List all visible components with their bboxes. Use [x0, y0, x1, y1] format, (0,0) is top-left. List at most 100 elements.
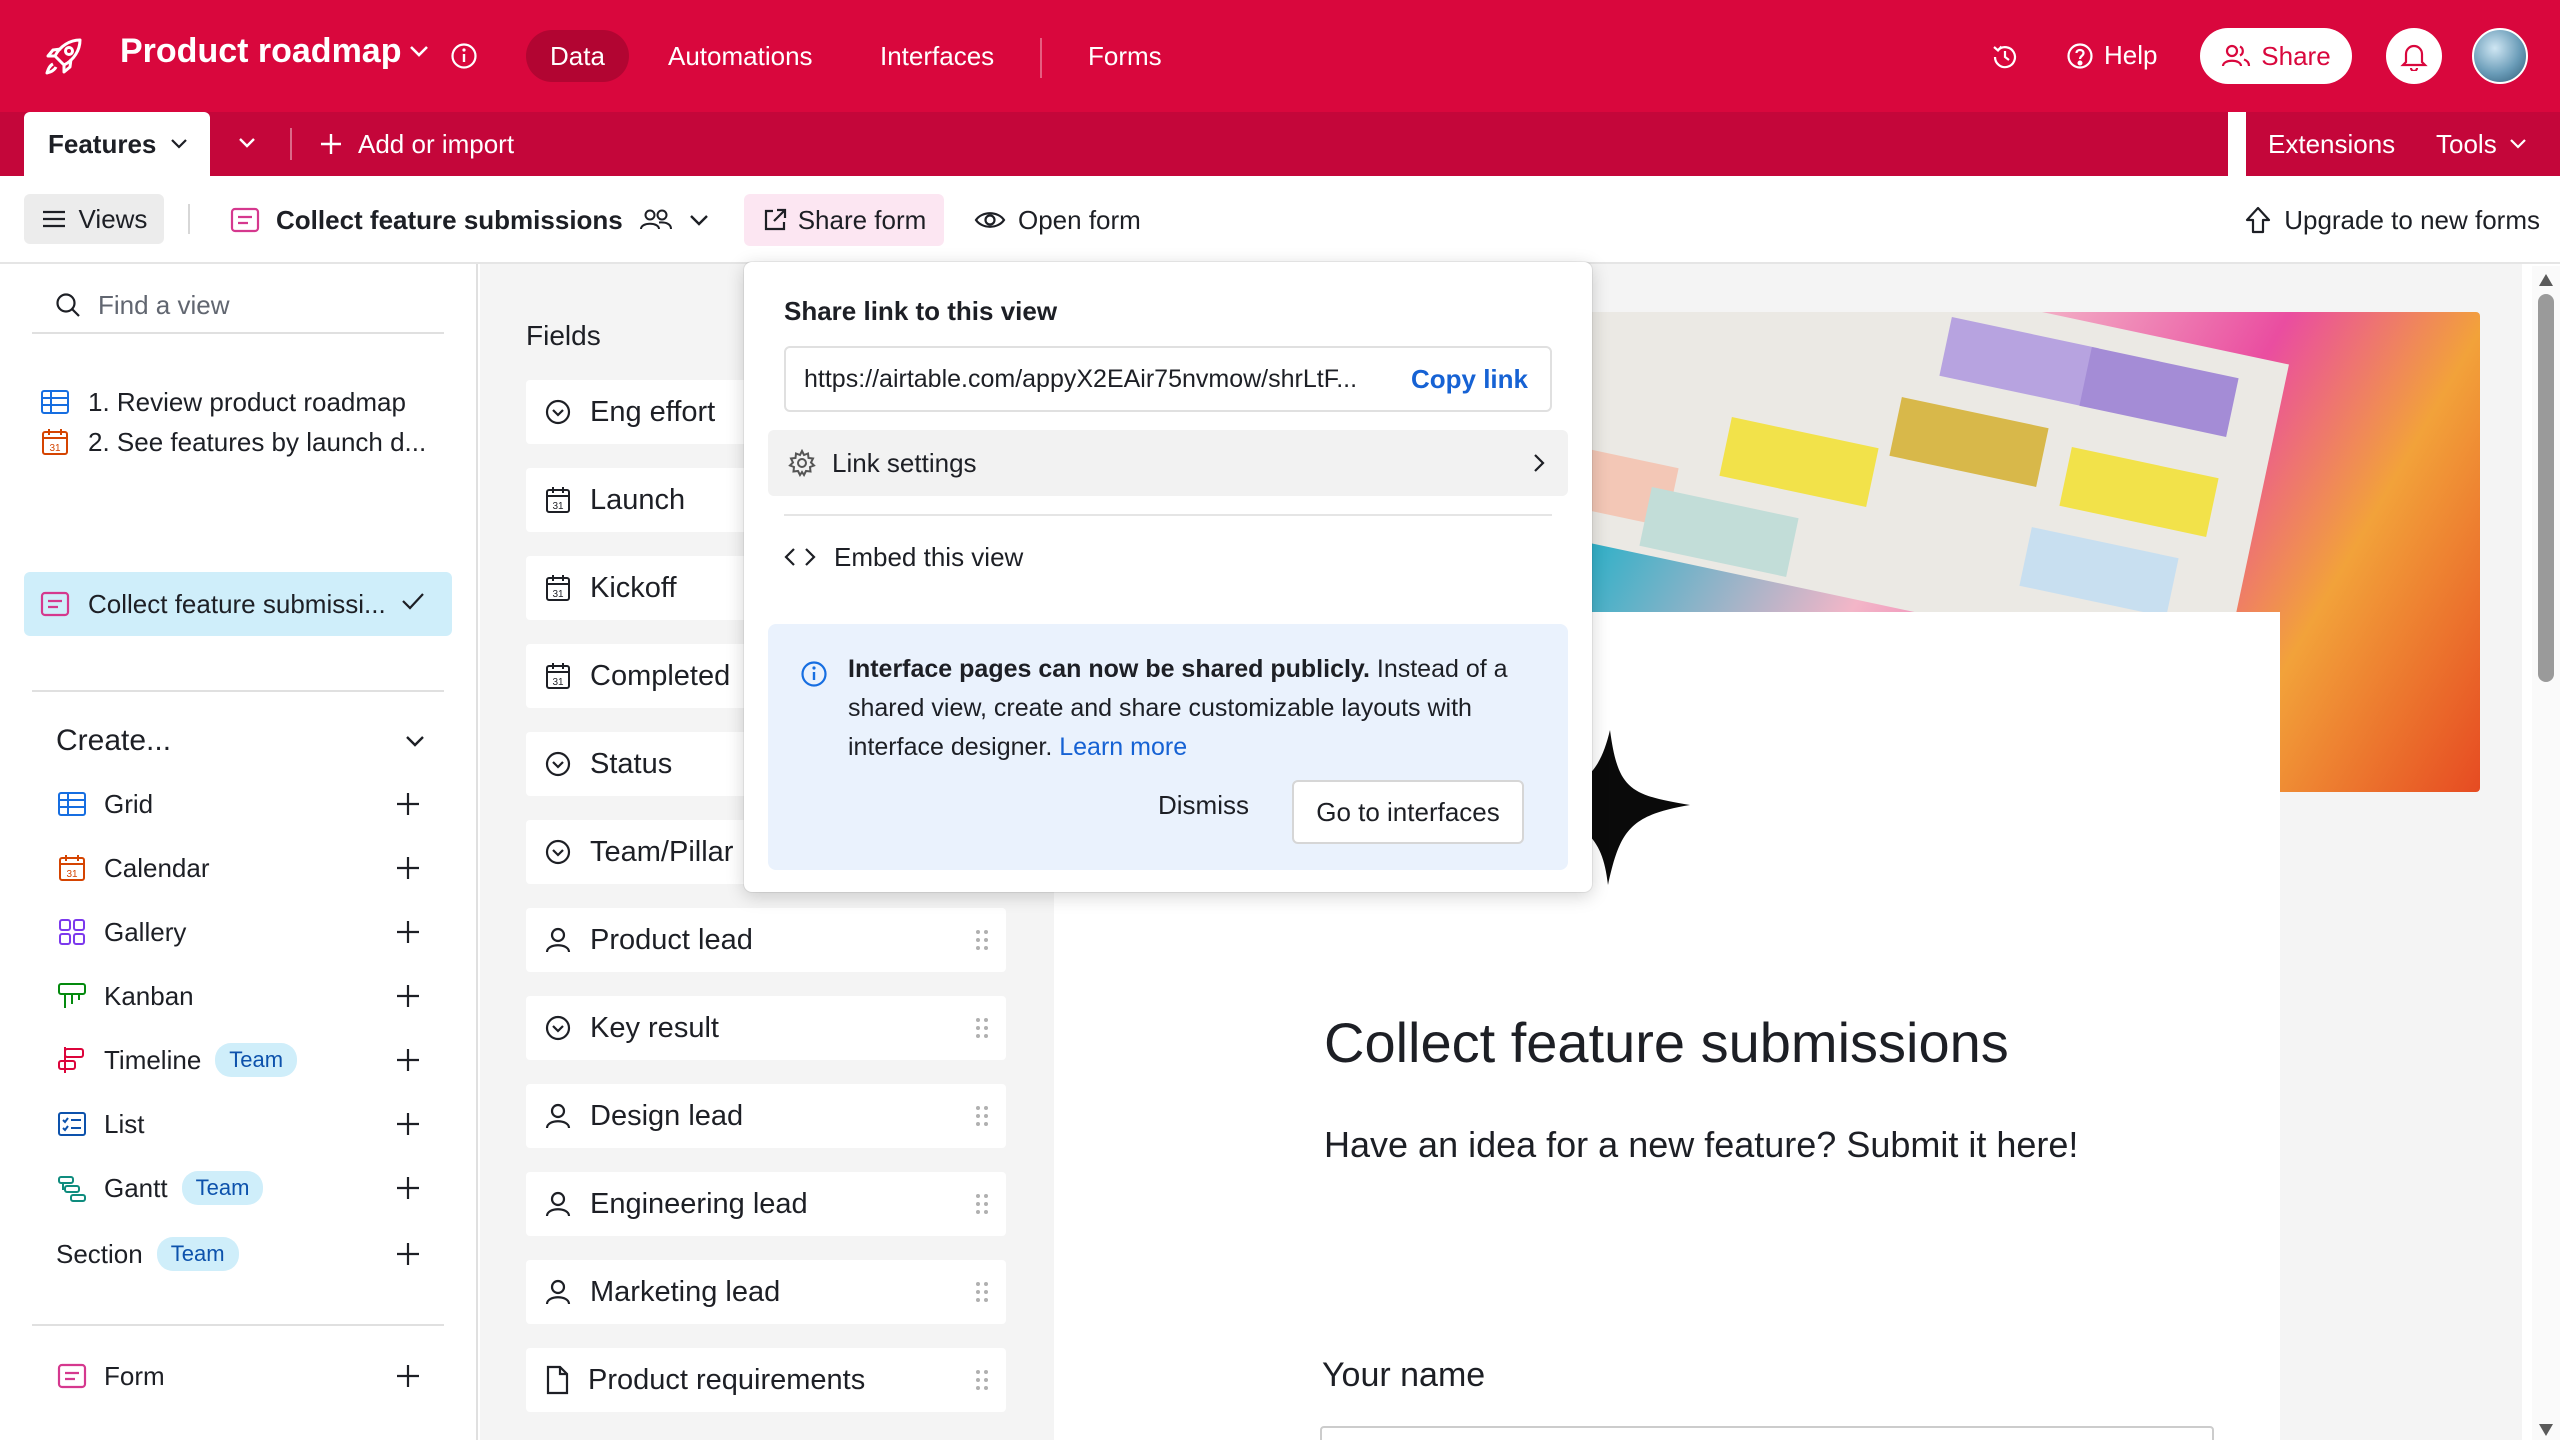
field-label: Key result [590, 1011, 719, 1044]
create-gantt[interactable]: Gantt Team [56, 1166, 422, 1210]
chevron-down-icon[interactable] [408, 44, 430, 58]
learn-more-link[interactable]: Learn more [1059, 733, 1187, 761]
drag-handle-icon[interactable] [974, 1104, 990, 1128]
svg-text:31: 31 [66, 869, 78, 880]
gear-icon [788, 449, 816, 477]
link-settings-button[interactable]: Link settings [768, 430, 1568, 496]
drag-handle-icon[interactable] [974, 1192, 990, 1216]
field-item[interactable]: Product requirements [526, 1348, 1006, 1412]
plus-icon[interactable] [394, 1046, 422, 1074]
user-avatar[interactable] [2472, 28, 2528, 84]
plus-icon[interactable] [394, 1362, 422, 1390]
create-list[interactable]: List [56, 1102, 422, 1146]
drag-handle-icon[interactable] [974, 1368, 990, 1392]
open-form-label: Open form [1018, 204, 1141, 235]
nav-tab-forms[interactable]: Forms [1064, 30, 1186, 82]
create-item-label: Gallery [104, 916, 187, 947]
field-label: Completed [590, 659, 731, 692]
create-form[interactable]: Form [56, 1354, 422, 1398]
create-item-label: Calendar [104, 852, 210, 883]
open-form-button[interactable]: Open form [974, 194, 1141, 246]
dismiss-button[interactable]: Dismiss [1158, 780, 1249, 830]
field-item[interactable]: Product lead [526, 908, 1006, 972]
sidebar-view-label: Collect feature submissi... [88, 588, 386, 619]
field-label: Status [590, 747, 673, 780]
create-gallery[interactable]: Gallery [56, 910, 422, 954]
scroll-thumb[interactable] [2538, 294, 2554, 682]
create-timeline[interactable]: Timeline Team [56, 1038, 422, 1082]
plus-icon[interactable] [394, 1240, 422, 1268]
sidebar-view-features-by-launch[interactable]: 31 2. See features by launch d... [24, 410, 452, 474]
create-view-header[interactable]: Create... [56, 724, 426, 758]
drag-handle-icon[interactable] [974, 1016, 990, 1040]
table-tab-features[interactable]: Features [24, 112, 210, 176]
nav-tab-interfaces[interactable]: Interfaces [856, 30, 1018, 82]
share-link-field[interactable]: https://airtable.com/appyX2EAir75nvmow/s… [784, 346, 1552, 412]
copy-link-button[interactable]: Copy link [1411, 364, 1528, 395]
nav-tab-automations[interactable]: Automations [644, 30, 837, 82]
code-icon [784, 548, 816, 566]
add-or-import-button[interactable]: Add or import [318, 112, 514, 176]
user-icon [544, 926, 572, 954]
share-button[interactable]: Share [2200, 28, 2352, 84]
create-grid[interactable]: Grid [56, 782, 422, 826]
current-view-selector[interactable]: Collect feature submissions [230, 176, 709, 264]
drag-handle-icon[interactable] [974, 1280, 990, 1304]
create-item-label: Kanban [104, 980, 194, 1011]
link-settings-label: Link settings [832, 447, 977, 478]
nav-tab-data[interactable]: Data [526, 30, 629, 82]
your-name-input[interactable] [1320, 1426, 2214, 1440]
field-item[interactable]: Key result [526, 996, 1006, 1060]
info-icon [800, 660, 828, 688]
create-item-label: Gantt [104, 1172, 168, 1203]
find-view-placeholder: Find a view [98, 289, 230, 320]
plus-icon[interactable] [394, 918, 422, 946]
embed-label: Embed this view [834, 541, 1024, 572]
table-tab-label: Features [48, 128, 157, 159]
team-badge: Team [181, 1171, 264, 1205]
plus-icon[interactable] [394, 982, 422, 1010]
go-to-interfaces-button[interactable]: Go to interfaces [1292, 780, 1524, 844]
notifications-button[interactable] [2386, 28, 2442, 84]
embed-view-button[interactable]: Embed this view [784, 532, 1023, 582]
info-icon[interactable] [450, 42, 478, 70]
plus-icon[interactable] [394, 1110, 422, 1138]
form-icon [40, 591, 70, 617]
find-view-search[interactable]: Find a view [32, 278, 444, 334]
popover-title: Share link to this view [784, 296, 1058, 326]
plus-icon[interactable] [394, 854, 422, 882]
drag-handle-icon[interactable] [974, 928, 990, 952]
tools-button[interactable]: Tools [2436, 112, 2527, 176]
chevron-right-icon [1534, 454, 1545, 472]
rocket-logo-icon[interactable] [40, 34, 86, 80]
create-kanban[interactable]: Kanban [56, 974, 422, 1018]
field-item[interactable]: Engineering lead [526, 1172, 1006, 1236]
plus-icon[interactable] [394, 790, 422, 818]
create-calendar[interactable]: 31 Calendar [56, 846, 422, 890]
user-icon [544, 1102, 572, 1130]
base-title[interactable]: Product roadmap [120, 32, 401, 71]
help-button[interactable]: Help [2066, 40, 2157, 71]
views-toggle-button[interactable]: Views [24, 194, 164, 244]
external-link-icon [764, 208, 786, 231]
history-icon[interactable] [1990, 42, 2020, 72]
field-item[interactable]: Design lead [526, 1084, 1006, 1148]
preview-scrollbar[interactable] [2532, 266, 2560, 1440]
upgrade-to-new-forms-button[interactable]: Upgrade to new forms [2244, 194, 2540, 246]
field-item[interactable]: Marketing lead [526, 1260, 1006, 1324]
create-label: Create... [56, 724, 172, 757]
share-form-button[interactable]: Share form [744, 194, 944, 246]
chevron-down-icon [2509, 139, 2526, 149]
scroll-up-arrow[interactable] [2539, 274, 2553, 286]
plus-icon[interactable] [394, 1174, 422, 1202]
share-link-popover: Share link to this view https://airtable… [744, 262, 1592, 892]
all-tables-chevron-icon[interactable] [236, 132, 258, 154]
sidebar-view-collect-submissions[interactable]: Collect feature submissi... [24, 572, 452, 636]
svg-text:31: 31 [552, 589, 564, 600]
nav-divider [1040, 38, 1042, 78]
user-icon [544, 1278, 572, 1306]
create-section[interactable]: Section Team [56, 1232, 422, 1276]
table-tab-row: Features Add or import Extensions Tools [0, 112, 2560, 176]
extensions-button[interactable]: Extensions [2268, 112, 2395, 176]
scroll-down-arrow[interactable] [2539, 1424, 2553, 1436]
